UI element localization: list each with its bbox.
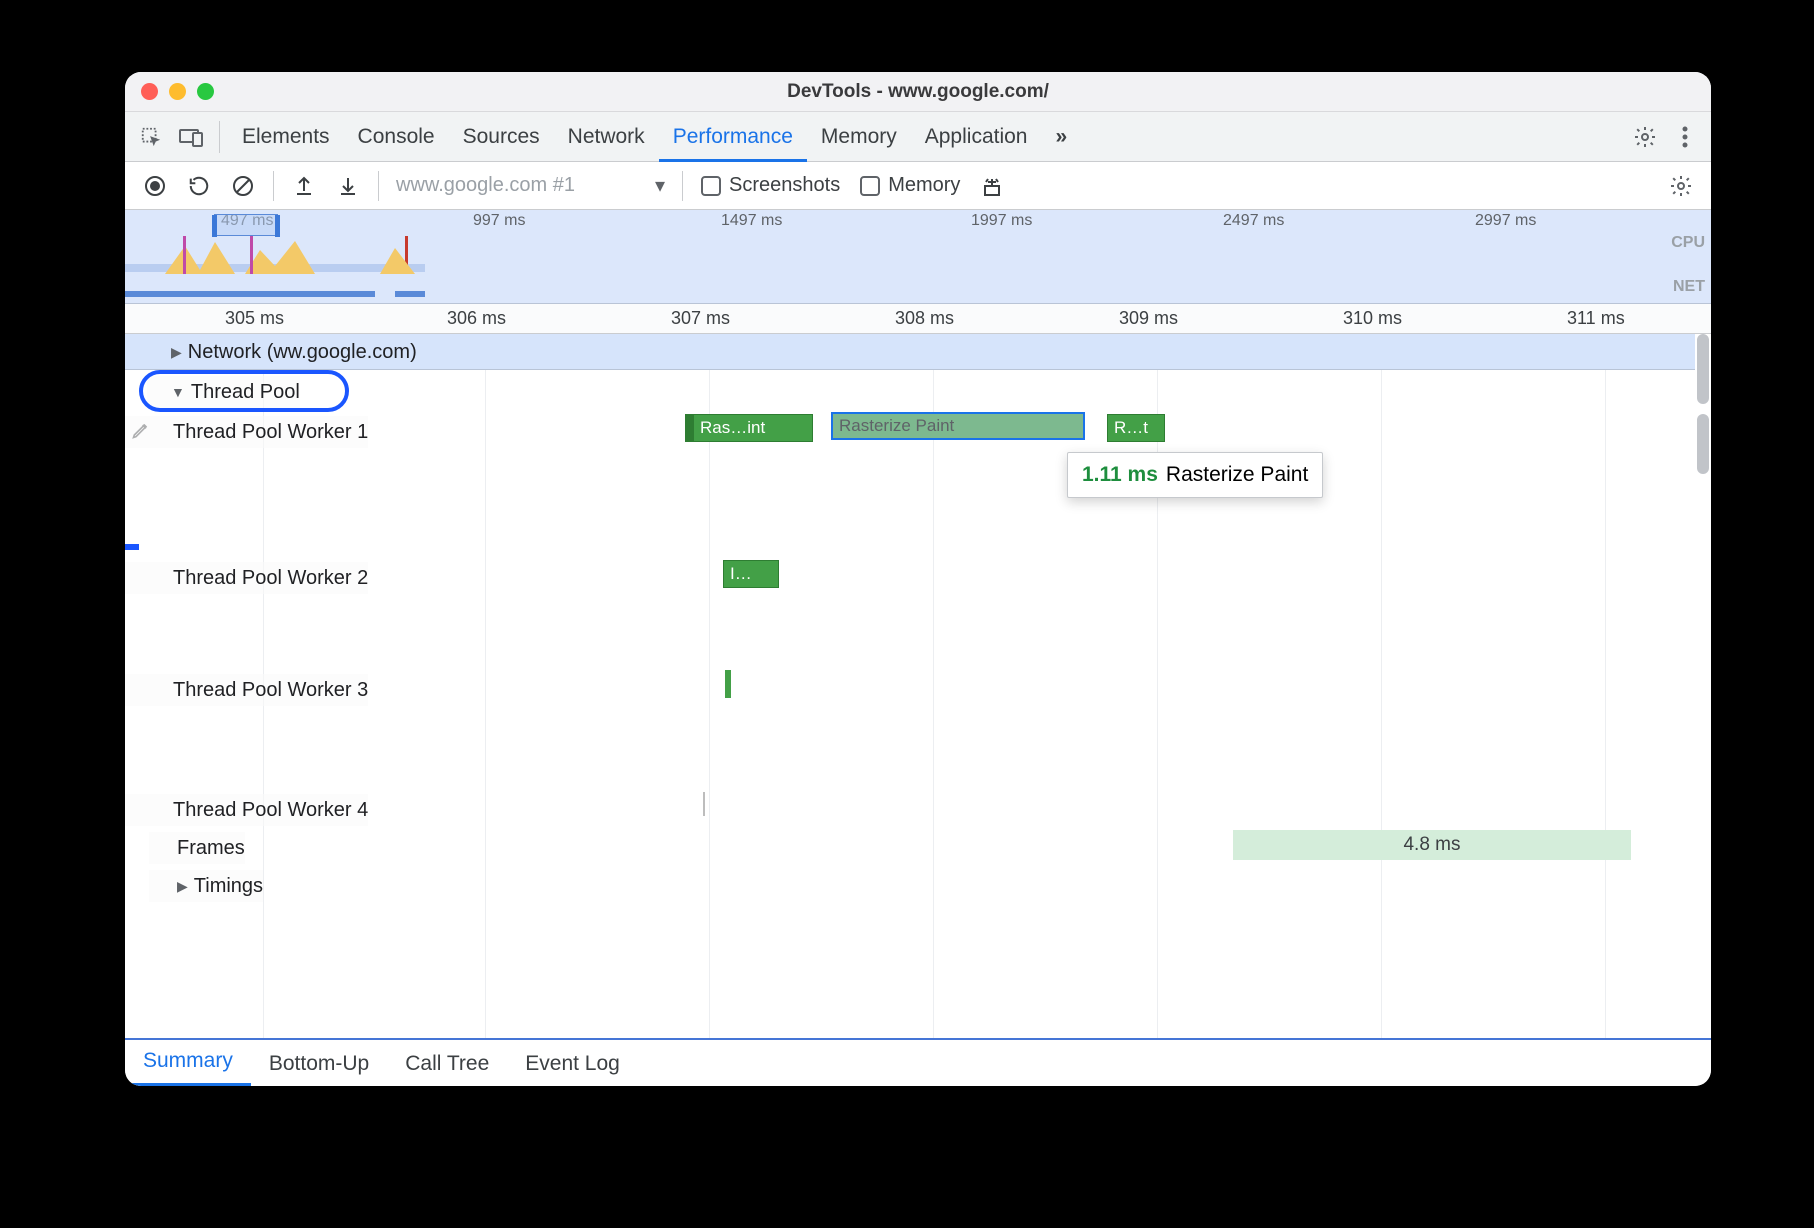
tooltip-name: Rasterize Paint — [1166, 463, 1308, 486]
tab-sources[interactable]: Sources — [449, 112, 554, 162]
scrollbar-thumb[interactable] — [1697, 414, 1709, 474]
capture-settings-icon[interactable] — [1663, 168, 1699, 204]
kebab-menu-icon[interactable] — [1667, 119, 1703, 155]
network-track-row[interactable]: ▶ Network (ww.google.com) — [125, 334, 1695, 370]
clear-button[interactable] — [225, 168, 261, 204]
ruler-tick: 309 ms — [1119, 308, 1178, 329]
worker4-label: Thread Pool Worker 4 — [173, 799, 368, 822]
memory-label: Memory — [888, 174, 960, 197]
gear-icon[interactable] — [1627, 119, 1663, 155]
network-track-header[interactable]: ▶ Network (ww.google.com) — [147, 336, 417, 368]
inspect-icon[interactable] — [133, 119, 169, 155]
traffic-lights — [141, 83, 214, 100]
flame-bar-sliver[interactable] — [703, 792, 705, 816]
device-toolbar-icon[interactable] — [173, 119, 209, 155]
chevron-right-icon: ▶ — [177, 878, 188, 895]
memory-checkbox[interactable]: Memory — [860, 174, 960, 197]
main-tabs-bar: Elements Console Sources Network Perform… — [125, 112, 1711, 162]
overview-tick: 2497 ms — [1223, 212, 1284, 230]
screenshots-checkbox[interactable]: Screenshots — [701, 174, 840, 197]
ruler-tick: 308 ms — [895, 308, 954, 329]
tab-memory[interactable]: Memory — [807, 112, 911, 162]
frame-duration: 4.8 ms — [1403, 834, 1460, 856]
btab-summary[interactable]: Summary — [125, 1039, 251, 1086]
tab-network[interactable]: Network — [554, 112, 659, 162]
overview-tick: 997 ms — [473, 212, 525, 230]
collect-garbage-button[interactable] — [974, 168, 1010, 204]
ruler-tick: 305 ms — [225, 308, 284, 329]
scrollbar-thumb[interactable] — [1697, 334, 1709, 404]
overview-tick: 2997 ms — [1475, 212, 1536, 230]
overview-viewport[interactable] — [214, 214, 278, 236]
tooltip-duration: 1.11 ms — [1082, 463, 1158, 486]
ruler-tick: 310 ms — [1343, 308, 1402, 329]
frames-label: Frames — [177, 837, 245, 860]
chevron-down-icon: ▾ — [655, 173, 665, 198]
titlebar: DevTools - www.google.com/ — [125, 72, 1711, 112]
track-marker — [125, 544, 139, 550]
frames-header[interactable]: Frames — [149, 832, 245, 864]
profile-selector[interactable]: www.google.com #1 ▾ — [387, 172, 674, 199]
worker3-label: Thread Pool Worker 3 — [173, 679, 368, 702]
frame-bar[interactable]: 4.8 ms — [1233, 830, 1631, 860]
ruler-tick: 306 ms — [447, 308, 506, 329]
timings-header[interactable]: ▶ Timings — [149, 870, 263, 902]
tab-performance[interactable]: Performance — [659, 112, 807, 162]
reload-button[interactable] — [181, 168, 217, 204]
flame-bar-selected[interactable]: Rasterize Paint — [831, 412, 1085, 440]
overview-net-label: NET — [1673, 278, 1705, 296]
checkbox-icon — [701, 176, 721, 196]
btab-call-tree[interactable]: Call Tree — [387, 1042, 507, 1086]
flame-bar[interactable]: Ras…int — [693, 414, 813, 442]
screenshots-label: Screenshots — [729, 174, 840, 197]
worker1-header[interactable]: Thread Pool Worker 1 — [125, 416, 368, 448]
minimize-window-button[interactable] — [169, 83, 186, 100]
overview-cpu-chart — [125, 236, 425, 274]
record-button[interactable] — [137, 168, 173, 204]
tab-application[interactable]: Application — [911, 112, 1042, 162]
ruler-tick: 307 ms — [671, 308, 730, 329]
btab-bottom-up[interactable]: Bottom-Up — [251, 1042, 387, 1086]
flame-bar-sliver[interactable] — [725, 670, 731, 698]
overview-handle-left[interactable] — [212, 215, 217, 237]
window-title: DevTools - www.google.com/ — [125, 81, 1711, 103]
profile-selector-label: www.google.com #1 — [396, 174, 575, 197]
network-track-label: Network (ww.google.com) — [188, 341, 417, 364]
overview-handle-right[interactable] — [275, 215, 280, 237]
btab-event-log[interactable]: Event Log — [507, 1042, 638, 1086]
tab-elements[interactable]: Elements — [228, 112, 344, 162]
checkbox-icon — [860, 176, 880, 196]
overview-net-chart — [125, 289, 425, 299]
worker2-label: Thread Pool Worker 2 — [173, 567, 368, 590]
flame-bar[interactable]: R…t — [1107, 414, 1165, 442]
flame-chart[interactable]: ▶ Network (ww.google.com) ▼ Thread Pool … — [125, 334, 1711, 1038]
flame-tooltip: 1.11 ms Rasterize Paint — [1067, 452, 1323, 498]
overview-cpu-label: CPU — [1671, 234, 1705, 252]
close-window-button[interactable] — [141, 83, 158, 100]
chevron-right-icon: ▶ — [171, 344, 182, 361]
flame-bar-sliver[interactable] — [685, 414, 693, 442]
details-tabs: Summary Bottom-Up Call Tree Event Log — [125, 1038, 1711, 1086]
devtools-window: DevTools - www.google.com/ Elements Cons… — [125, 72, 1711, 1086]
upload-profile-button[interactable] — [286, 168, 322, 204]
timings-label: Timings — [194, 875, 263, 898]
zoom-window-button[interactable] — [197, 83, 214, 100]
overview-tick: 1997 ms — [971, 212, 1032, 230]
worker4-header[interactable]: Thread Pool Worker 4 — [125, 794, 368, 826]
ruler-tick: 311 ms — [1567, 308, 1625, 329]
overview-timeline[interactable]: 497 ms 997 ms 1497 ms 1997 ms 2497 ms 29… — [125, 210, 1711, 304]
download-profile-button[interactable] — [330, 168, 366, 204]
worker2-header[interactable]: Thread Pool Worker 2 — [125, 562, 368, 594]
performance-toolbar: www.google.com #1 ▾ Screenshots Memory — [125, 162, 1711, 210]
annotation-highlight — [139, 370, 349, 412]
tabs-overflow-button[interactable]: » — [1041, 112, 1081, 162]
flame-bar[interactable]: I… — [723, 560, 779, 588]
worker3-header[interactable]: Thread Pool Worker 3 — [125, 674, 368, 706]
flame-ruler[interactable]: 305 ms 306 ms 307 ms 308 ms 309 ms 310 m… — [125, 304, 1711, 334]
worker1-label: Thread Pool Worker 1 — [173, 421, 368, 444]
overview-tick: 1497 ms — [721, 212, 782, 230]
tab-console[interactable]: Console — [344, 112, 449, 162]
